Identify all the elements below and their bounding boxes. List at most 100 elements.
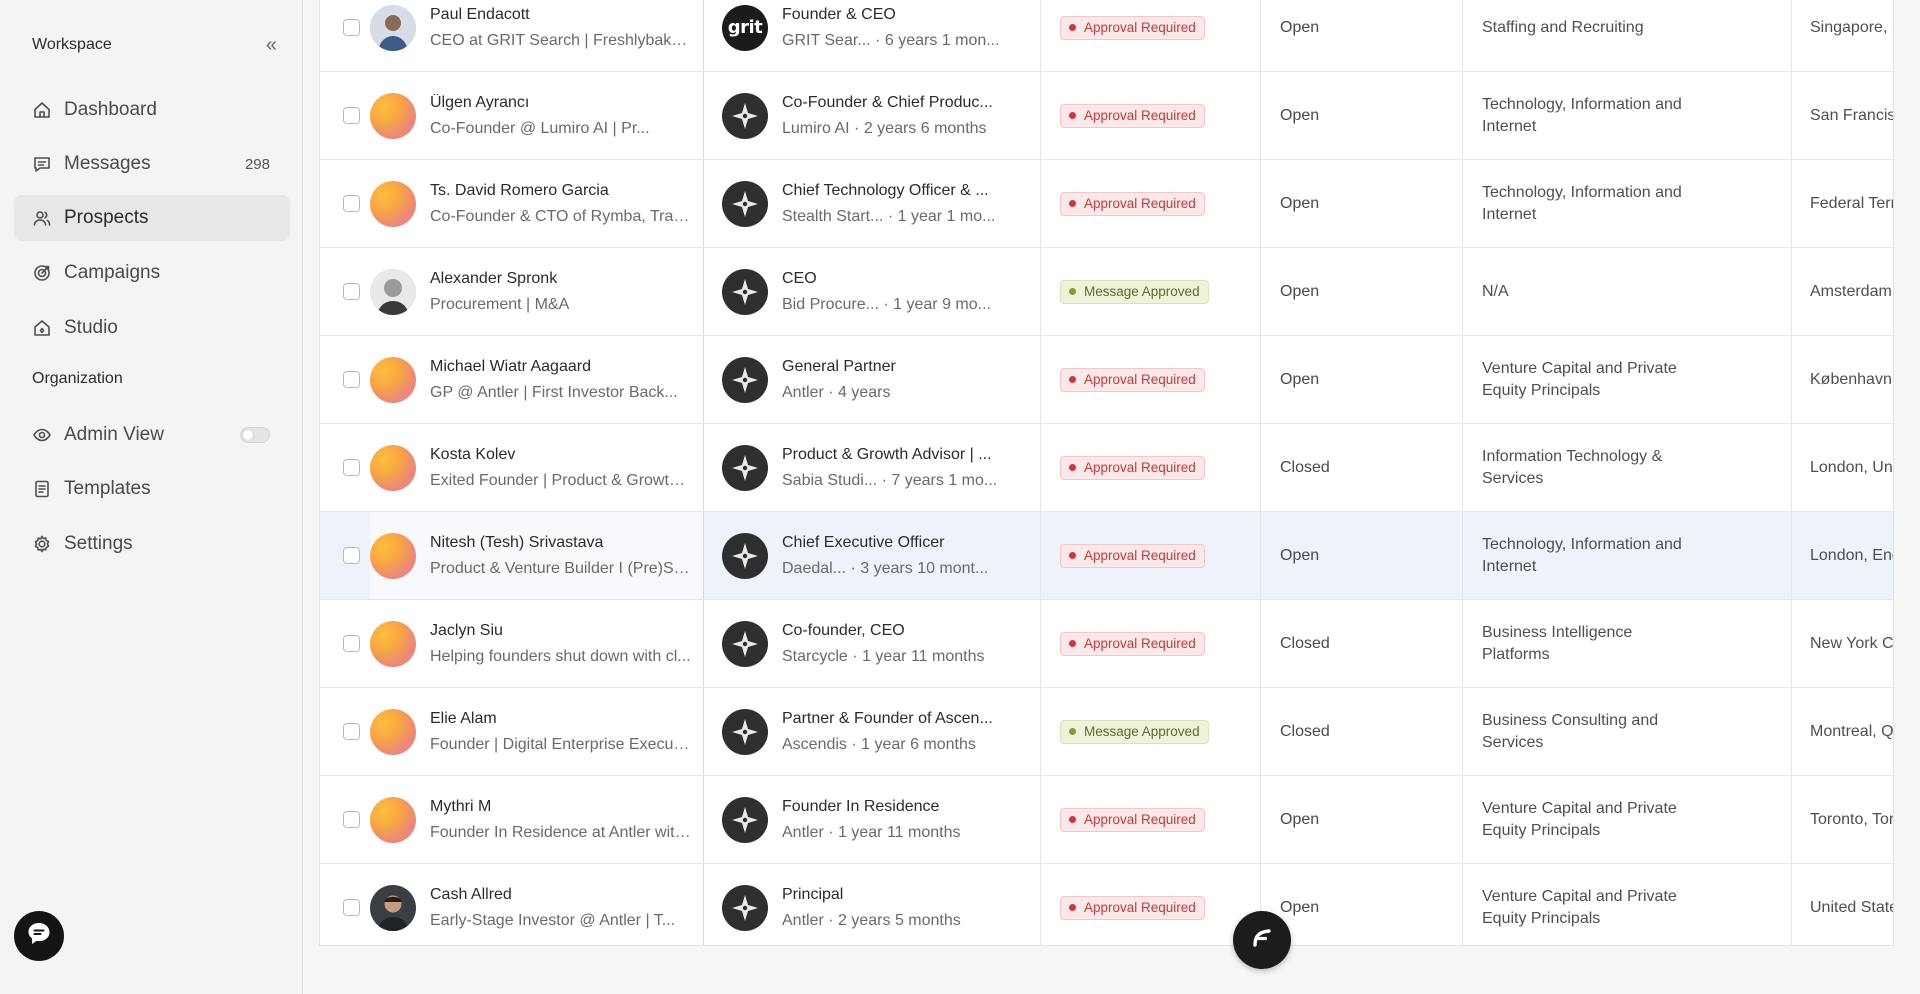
conversation-state: Open (1280, 810, 1320, 828)
row-checkbox[interactable] (342, 371, 360, 388)
status-dot-icon (1069, 112, 1076, 119)
location: Singapore, S (1810, 18, 1894, 36)
table-row[interactable]: Ülgen Ayrancı Co-Founder @ Lumiro AI | P… (320, 72, 1893, 160)
table-row[interactable]: Cash Allred Early-Stage Investor @ Antle… (320, 864, 1893, 945)
table-row[interactable]: Mythri M Founder In Residence at Antler … (320, 776, 1893, 864)
company-tenure: GRIT Sear... · 6 years 1 mon... (782, 32, 1032, 50)
row-checkbox[interactable] (342, 195, 360, 212)
sidebar-item-admin-view[interactable]: Admin View (14, 412, 290, 458)
row-checkbox[interactable] (342, 811, 360, 828)
prospect-name[interactable]: Mythri M (430, 798, 692, 816)
avatar (370, 4, 416, 51)
role-cell: grit Founder & CEO GRIT Sear... · 6 year… (704, 0, 1041, 71)
state-cell: Open (1261, 160, 1463, 247)
conversation-state: Open (1280, 370, 1320, 388)
role-cell: Partner & Founder of Ascen... Ascendis ·… (704, 688, 1041, 775)
brand-logo-icon (1249, 925, 1275, 956)
row-checkbox[interactable] (342, 283, 360, 300)
company-logo-icon (722, 444, 768, 491)
sidebar-item-campaigns[interactable]: Campaigns (14, 250, 290, 296)
status-badge: Approval Required (1060, 895, 1205, 920)
tenure: · 3 years 10 mont... (850, 559, 989, 577)
status-dot-icon (1069, 816, 1076, 823)
prospect-name[interactable]: Kosta Kolev (430, 446, 692, 464)
chat-icon (25, 920, 53, 953)
location: København (1810, 370, 1892, 388)
prospects-table: Paul Endacott CEO at GRIT Search | Fresh… (319, 0, 1894, 946)
workspace-header: Workspace « (32, 34, 277, 56)
admin-view-toggle[interactable] (240, 427, 270, 443)
collapse-sidebar-icon[interactable]: « (266, 35, 277, 55)
row-checkbox[interactable] (342, 635, 360, 652)
prospect-name[interactable]: Ts. David Romero Garcia (430, 182, 692, 200)
company-tenure: Antler · 4 years (782, 384, 1032, 402)
industry: Technology, Information and Internet (1482, 95, 1682, 135)
support-chat-button[interactable] (14, 911, 64, 961)
prospect-name[interactable]: Paul Endacott (430, 6, 692, 24)
table-row[interactable]: Kosta Kolev Exited Founder | Product & G… (320, 424, 1893, 512)
table-row[interactable]: Jaclyn Siu Helping founders shut down wi… (320, 600, 1893, 688)
industry: Venture Capital and Private Equity Princ… (1482, 887, 1677, 927)
status-dot-icon (1069, 640, 1076, 647)
state-cell: Open (1261, 0, 1463, 71)
avatar (370, 532, 416, 579)
sidebar-item-prospects[interactable]: Prospects (14, 195, 290, 241)
prospect-name[interactable]: Nitesh (Tesh) Srivastava (430, 534, 692, 552)
sidebar: Workspace « Dashboard Messages 298 Prosp… (0, 0, 303, 994)
company-logo-icon (722, 356, 768, 403)
industry-cell: Information Technology & Services (1463, 424, 1792, 511)
prospect-headline: Founder In Residence at Antler with ... (430, 823, 692, 841)
prospect-name[interactable]: Elie Alam (430, 710, 692, 728)
role-title: Founder In Residence (782, 797, 940, 815)
row-checkbox[interactable] (342, 19, 360, 36)
sidebar-item-templates[interactable]: Templates (14, 466, 290, 512)
prospect-headline: Exited Founder | Product & Growth ... (430, 471, 692, 489)
prospect-name[interactable]: Michael Wiatr Aagaard (430, 358, 692, 376)
target-icon (32, 263, 52, 283)
industry-cell: Technology, Information and Internet (1463, 72, 1792, 159)
table-row[interactable]: Ts. David Romero Garcia Co-Founder & CTO… (320, 160, 1893, 248)
prospect-cell: Alexander Spronk Procurement | M&A (370, 248, 704, 335)
table-row[interactable]: Nitesh (Tesh) Srivastava Product & Ventu… (320, 512, 1893, 600)
company-name: Antler (782, 823, 824, 841)
industry-cell: Venture Capital and Private Equity Princ… (1463, 864, 1792, 945)
sidebar-item-settings[interactable]: Settings (14, 521, 290, 567)
prospect-cell: Michael Wiatr Aagaard GP @ Antler | Firs… (370, 336, 704, 423)
industry: Business Intelligence Platforms (1482, 623, 1633, 663)
table-row[interactable]: Michael Wiatr Aagaard GP @ Antler | Firs… (320, 336, 1893, 424)
table-row[interactable]: Paul Endacott CEO at GRIT Search | Fresh… (320, 0, 1894, 72)
prospect-cell: Nitesh (Tesh) Srivastava Product & Ventu… (370, 512, 704, 599)
row-checkbox[interactable] (342, 899, 360, 916)
industry: Information Technology & Services (1482, 447, 1663, 487)
row-checkbox[interactable] (342, 723, 360, 740)
conversation-state: Open (1280, 194, 1320, 212)
prospect-name[interactable]: Ülgen Ayrancı (430, 94, 692, 112)
table-row[interactable]: Alexander Spronk Procurement | M&A CEO B… (320, 248, 1893, 336)
table-row[interactable]: Elie Alam Founder | Digital Enterprise E… (320, 688, 1894, 776)
state-cell: Closed (1261, 600, 1463, 687)
prospect-name[interactable]: Jaclyn Siu (430, 622, 692, 640)
conversation-state: Open (1280, 282, 1320, 300)
app-fab-button[interactable] (1233, 911, 1291, 969)
status-label: Approval Required (1084, 900, 1196, 915)
state-cell: Open (1261, 72, 1463, 159)
prospect-name[interactable]: Alexander Spronk (430, 270, 692, 288)
sidebar-item-messages[interactable]: Messages 298 (14, 141, 290, 187)
row-checkbox[interactable] (342, 459, 360, 476)
location-cell: Singapore, S (1792, 0, 1894, 71)
status-cell: Approval Required (1041, 864, 1261, 945)
sidebar-item-studio[interactable]: Studio (14, 305, 290, 351)
row-checkbox[interactable] (342, 107, 360, 124)
status-badge: Approval Required (1060, 367, 1205, 392)
state-cell: Closed (1261, 424, 1463, 511)
sidebar-item-label: Messages (64, 153, 151, 174)
location: Montreal, Q (1810, 722, 1894, 740)
prospect-name[interactable]: Cash Allred (430, 886, 692, 904)
tenure: · 1 year 11 months (828, 823, 961, 841)
status-dot-icon (1069, 24, 1076, 31)
row-select-cell (320, 600, 370, 687)
sidebar-item-dashboard[interactable]: Dashboard (14, 87, 290, 133)
row-checkbox[interactable] (342, 547, 360, 564)
row-select-cell (320, 0, 370, 71)
state-cell: Open (1261, 512, 1463, 599)
